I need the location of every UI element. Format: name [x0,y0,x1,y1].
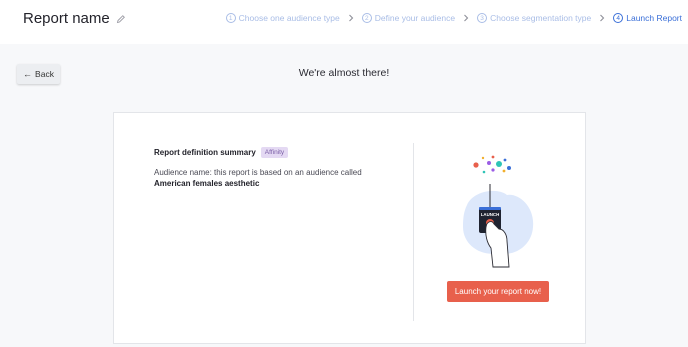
step-label: Launch Report [626,13,682,23]
launch-illustration: LAUNCH [463,155,534,268]
audience-description: Audience name: this report is based on a… [154,167,362,189]
segmentation-badge: Affinity [260,147,289,158]
step-2[interactable]: 2 Define your audience [361,13,456,23]
step-number: 3 [477,13,488,23]
chevron-right-icon [344,13,358,23]
report-name[interactable]: Report name [23,10,110,27]
page-heading: We're almost there! [298,67,390,79]
audience-description-text: Audience name: this report is based on a… [154,168,362,177]
step-label: Define your audience [374,13,456,23]
step-number: 4 [613,13,624,23]
pencil-icon[interactable] [116,14,126,24]
launch-text: LAUNCH [481,212,500,217]
stepper: 1 Choose one audience type 2 Define your… [225,13,682,23]
top-bar: Report name 1 Choose one audience type 2… [0,0,688,44]
step-1[interactable]: 1 Choose one audience type [225,13,340,23]
step-label: Choose segmentation type [490,13,592,23]
summary-title-text: Report definition summary [154,148,256,157]
page-title: Report name [23,10,126,27]
step-4[interactable]: 4 Launch Report [613,13,682,23]
summary-card: Report definition summary Affinity Audie… [113,112,586,344]
chevron-right-icon [459,13,473,23]
divider [413,143,414,321]
launch-report-button[interactable]: Launch your report now! [447,281,549,302]
step-number: 1 [225,13,236,23]
step-3[interactable]: 3 Choose segmentation type [477,13,591,23]
confetti-dots [473,155,511,174]
summary-title: Report definition summary Affinity [154,147,289,158]
audience-name: American females aesthetic [154,179,260,188]
step-label: Choose one audience type [238,13,340,23]
step-number: 2 [361,13,372,23]
chevron-right-icon [595,13,609,23]
